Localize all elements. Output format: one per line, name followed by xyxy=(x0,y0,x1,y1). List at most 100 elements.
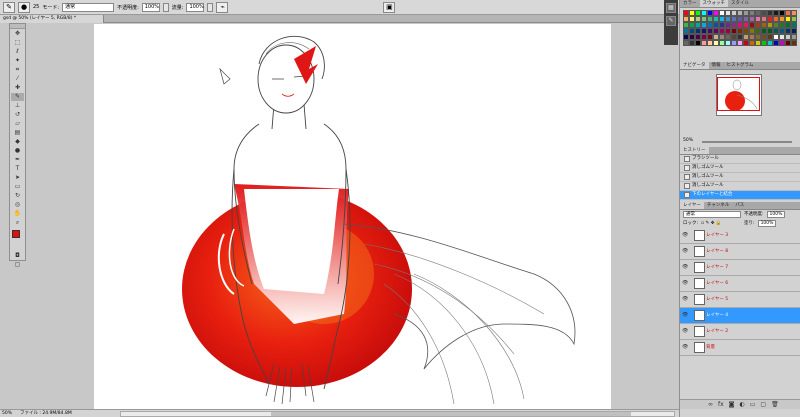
navigator-zoom-value[interactable]: 50% xyxy=(683,138,693,143)
brush-preset-picker[interactable]: ● xyxy=(18,1,30,13)
horizontal-scrollbar[interactable] xyxy=(120,411,675,417)
flow-input[interactable]: 100% xyxy=(186,2,205,12)
path-selection-icon[interactable]: ➤ xyxy=(11,174,24,182)
gradient-tool-icon[interactable]: ▤ xyxy=(11,129,24,137)
layer-visibility-eye-icon[interactable]: 👁 xyxy=(682,313,688,318)
blend-mode-select[interactable]: 通常 xyxy=(683,211,741,218)
layer-row[interactable]: 👁 レイヤー 6 xyxy=(680,276,800,292)
adjustment-layer-icon[interactable]: ◐ xyxy=(740,400,745,409)
shape-tool-icon[interactable]: ▭ xyxy=(11,183,24,191)
document-tab[interactable]: gsd @ 50% (レイヤー 5, RGB/8) * xyxy=(0,15,104,23)
history-item[interactable]: ブラシツール xyxy=(680,155,800,164)
3d-orbit-icon[interactable]: ◎ xyxy=(11,201,24,209)
layer-row[interactable]: 👁 レイヤー 8 xyxy=(680,244,800,260)
document-canvas[interactable] xyxy=(94,24,611,409)
layer-name: レイヤー 8 xyxy=(706,249,729,254)
mode-select[interactable]: 通常 xyxy=(62,2,115,12)
layer-visibility-eye-icon[interactable]: 👁 xyxy=(682,265,688,270)
tab-styles[interactable]: スタイル xyxy=(728,0,752,7)
layer-thumbnail xyxy=(694,230,705,241)
toolbox-grip[interactable] xyxy=(10,24,25,29)
pen-tool-icon[interactable]: ✒ xyxy=(11,156,24,164)
tool-presets-icon[interactable]: ▦ xyxy=(666,3,676,13)
brushes-panel-icon[interactable]: ✎ xyxy=(666,16,676,26)
layer-visibility-eye-icon[interactable]: 👁 xyxy=(682,249,688,254)
opacity-stepper[interactable] xyxy=(162,2,169,12)
foreground-color-swatch[interactable] xyxy=(12,230,20,238)
history-item-label: 消しゴムツール xyxy=(692,165,724,170)
lasso-tool-icon[interactable]: ℓ xyxy=(11,48,24,56)
tab-layers[interactable]: レイヤー xyxy=(680,202,704,209)
hand-tool-icon[interactable]: ✋ xyxy=(11,210,24,218)
tab-info[interactable]: 情報 xyxy=(709,62,724,69)
swatch-grid[interactable] xyxy=(683,10,797,46)
history-item[interactable]: 消しゴムツール xyxy=(680,182,800,191)
tab-swatches[interactable]: スウォッチ xyxy=(699,0,728,7)
blur-tool-icon[interactable]: ◆ xyxy=(11,138,24,146)
zoom-readout[interactable]: 50% xyxy=(2,410,16,417)
new-group-icon[interactable]: ▭ xyxy=(750,400,756,409)
layer-row[interactable]: 👁 背景 xyxy=(680,340,800,356)
quick-mask-icon[interactable]: ◘ xyxy=(11,252,24,260)
layer-row[interactable]: 👁 レイヤー 3 xyxy=(680,228,800,244)
airbrush-icon[interactable]: ⌁ xyxy=(216,1,229,13)
document-size-info: ファイル : 24.9M/84.8M xyxy=(20,411,72,416)
eraser-tool-icon[interactable]: ▱ xyxy=(11,120,24,128)
history-item[interactable]: 消しゴムツール xyxy=(680,164,800,173)
zoom-tool-icon[interactable]: ⌕ xyxy=(11,219,24,227)
tab-paths[interactable]: パス xyxy=(732,202,747,209)
link-layers-icon[interactable]: ∞ xyxy=(708,400,713,409)
marquee-tool-icon[interactable]: ⬚ xyxy=(11,39,24,47)
layer-row[interactable]: 👁 レイヤー 2 xyxy=(680,324,800,340)
fill-input[interactable]: 100% xyxy=(757,220,777,227)
history-item-selected[interactable]: 下のレイヤーと結合 xyxy=(680,191,800,200)
magic-wand-tool-icon[interactable]: ✦ xyxy=(11,57,24,65)
tab-navigator[interactable]: ナビゲータ xyxy=(680,62,709,69)
flow-stepper[interactable] xyxy=(207,2,214,12)
3d-rotate-icon[interactable]: ↻ xyxy=(11,192,24,200)
swatch-cell[interactable] xyxy=(791,40,797,46)
layer-visibility-eye-icon[interactable]: 👁 xyxy=(682,329,688,334)
screen-mode-icon[interactable]: ▢ xyxy=(11,261,24,269)
layer-visibility-eye-icon[interactable]: 👁 xyxy=(682,281,688,286)
crop-tool-icon[interactable]: ⌗ xyxy=(11,66,24,74)
history-brush-icon[interactable]: ↺ xyxy=(11,111,24,119)
add-mask-icon[interactable]: ◙ xyxy=(729,400,735,409)
tab-color[interactable]: カラー xyxy=(680,0,700,7)
layer-visibility-eye-icon[interactable]: 👁 xyxy=(682,345,688,350)
tab-history[interactable]: ヒストリー xyxy=(680,147,709,154)
delete-layer-icon[interactable]: 🗑 xyxy=(771,400,779,409)
color-swatches xyxy=(10,227,25,251)
history-eraser-icon-3 xyxy=(684,183,690,189)
eyedropper-tool-icon[interactable]: ⁄ xyxy=(11,75,24,83)
history-merge-icon xyxy=(684,192,690,198)
opacity-input[interactable]: 100% xyxy=(141,2,160,12)
layer-thumbnail xyxy=(694,246,705,257)
layer-style-icon[interactable]: fx xyxy=(718,400,724,409)
tab-channels[interactable]: チャンネル xyxy=(704,202,732,209)
move-tool-icon[interactable]: ✥ xyxy=(11,30,24,38)
navigator-view-box[interactable] xyxy=(717,77,760,111)
dodge-tool-icon[interactable]: ● xyxy=(11,147,24,155)
healing-brush-icon[interactable]: ✚ xyxy=(11,84,24,92)
layer-row[interactable]: 👁 レイヤー 5 xyxy=(680,292,800,308)
tablet-pressure-icon[interactable]: ▣ xyxy=(383,1,396,13)
layer-thumbnail xyxy=(694,294,705,305)
brush-tool-icon[interactable]: ✎ xyxy=(3,1,15,13)
tab-histogram[interactable]: ヒストグラム xyxy=(724,62,757,69)
layer-visibility-eye-icon[interactable]: 👁 xyxy=(682,233,688,238)
layer-opacity-input[interactable]: 100% xyxy=(766,211,786,218)
type-tool-icon[interactable]: T xyxy=(11,165,24,173)
layer-visibility-eye-icon[interactable]: 👁 xyxy=(682,297,688,302)
scrollbar-thumb[interactable] xyxy=(271,412,631,416)
layer-thumbnail xyxy=(694,278,705,289)
layer-name: レイヤー 6 xyxy=(706,281,729,286)
brush-tool-icon-toolbox[interactable]: ✎ xyxy=(11,93,24,101)
history-item[interactable]: 消しゴムツール xyxy=(680,173,800,182)
lock-buttons[interactable]: ▫ ✎ ✥ 🔒 xyxy=(701,219,741,228)
layer-row[interactable]: 👁 レイヤー 4 xyxy=(680,308,800,324)
navigator-zoom-slider[interactable] xyxy=(702,141,792,143)
layer-row[interactable]: 👁 レイヤー 7 xyxy=(680,260,800,276)
clone-stamp-icon[interactable]: ⊥ xyxy=(11,102,24,110)
new-layer-icon[interactable]: ▢ xyxy=(760,400,766,409)
